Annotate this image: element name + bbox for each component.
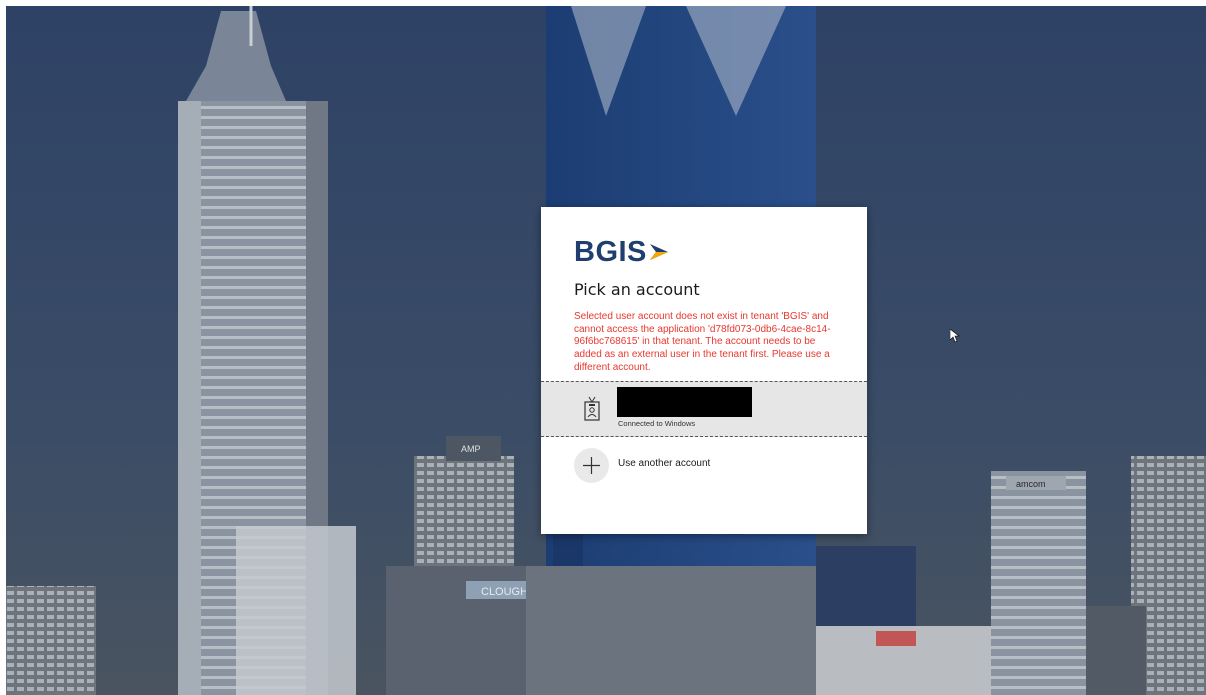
- account-tile[interactable]: Connected to Windows: [541, 381, 867, 437]
- use-another-account-label: Use another account: [618, 458, 711, 469]
- page-title: Pick an account: [574, 280, 700, 299]
- account-name-redacted: [617, 387, 752, 417]
- plus-icon: [574, 448, 609, 483]
- desktop-background: CLOUGH AMP amcom BGIS Pick an account Se…: [6, 6, 1206, 695]
- logo-arrow-icon: [649, 244, 668, 260]
- use-another-account-button[interactable]: Use another account: [541, 446, 867, 484]
- svg-text:AMP: AMP: [461, 444, 481, 454]
- mouse-pointer-icon: [950, 329, 960, 343]
- logo-text: BGIS: [574, 235, 647, 268]
- svg-text:CLOUGH: CLOUGH: [481, 586, 528, 598]
- bgis-logo: BGIS: [574, 236, 669, 268]
- account-picker-dialog: BGIS Pick an account Selected user accou…: [541, 207, 867, 534]
- badge-icon: [584, 396, 600, 421]
- svg-text:amcom: amcom: [1016, 479, 1046, 489]
- error-message: Selected user account does not exist in …: [574, 311, 831, 373]
- account-status: Connected to Windows: [618, 419, 696, 428]
